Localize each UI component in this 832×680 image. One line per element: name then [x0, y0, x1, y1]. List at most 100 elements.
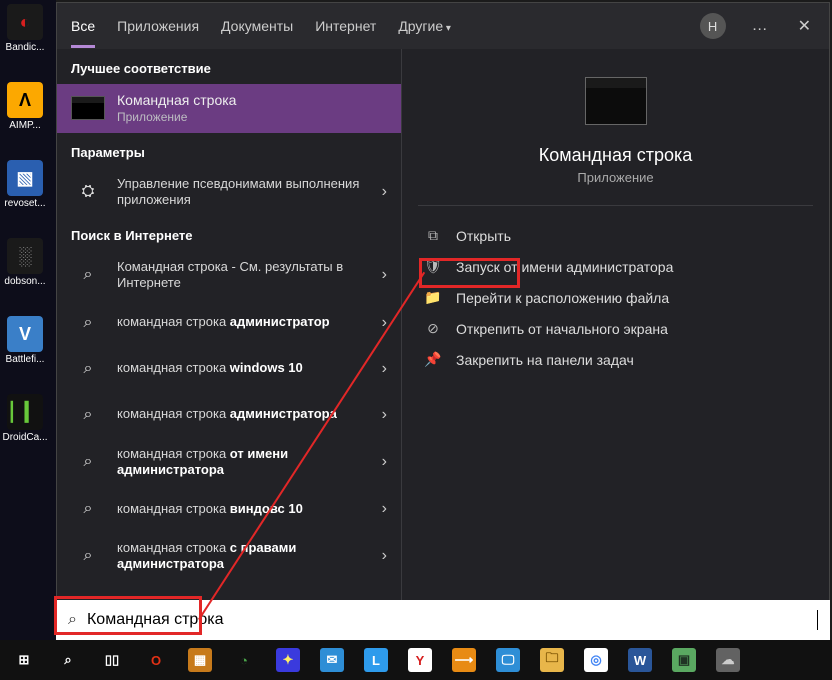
shortcut-label: dobson...	[0, 276, 51, 287]
taskbar-mail[interactable]: ✉	[310, 640, 354, 680]
action-4[interactable]: 📌Закрепить на панели задач	[418, 344, 813, 375]
browser-icon: ◔	[232, 648, 256, 672]
taskbar-start[interactable]: ⊞	[2, 640, 46, 680]
taskbar-word[interactable]: W	[618, 640, 662, 680]
action-icon: 📁	[424, 289, 442, 306]
desktop-icon: 🖵	[496, 648, 520, 672]
desktop-shortcut[interactable]: ◐Bandic...	[0, 4, 50, 66]
action-0[interactable]: ⧉ Открыть	[418, 220, 813, 251]
params-row[interactable]: ⛭ Управление псевдонимами выполнения при…	[57, 168, 401, 217]
shortcut-label: DroidCa...	[0, 432, 51, 443]
chevron-right-icon: ›	[378, 500, 391, 518]
shortcut-icon: ▧	[7, 160, 43, 196]
tab-bar: Все Приложения Документы Интернет Другие Н ……	[57, 3, 829, 49]
web-result-row[interactable]: ⌕ командная строка виндовс 10 ›	[57, 486, 401, 532]
more-icon[interactable]: …	[748, 17, 772, 35]
desktop-shortcut[interactable]: ░dobson...	[0, 238, 50, 300]
desktop-shortcut[interactable]: VBattlefi...	[0, 316, 50, 378]
taskbar-app3[interactable]: ▣	[662, 640, 706, 680]
files-icon: ▦	[188, 648, 212, 672]
action-label: Запуск от имени администратора	[456, 259, 673, 275]
action-label: Открепить от начального экрана	[456, 321, 668, 337]
taskbar-explorer[interactable]: 🗀	[530, 640, 574, 680]
tab-Приложения[interactable]: Приложения	[117, 14, 199, 38]
tab-Документы[interactable]: Документы	[221, 14, 293, 38]
web-result-row[interactable]: ⌕ командная строка с правами администрат…	[57, 532, 401, 581]
l-app-icon: L	[364, 648, 388, 672]
shortcut-label: Bandic...	[0, 42, 51, 53]
chevron-right-icon: ›	[378, 314, 391, 332]
web-result-row[interactable]: ⌕ командная строка windows 10 ›	[57, 346, 401, 392]
chevron-right-icon: ›	[378, 453, 391, 471]
taskbar-chrome[interactable]: ◎	[574, 640, 618, 680]
preview-thumb-icon	[585, 77, 647, 125]
desktop-shortcut[interactable]: ▏▎ DroidCa...	[0, 394, 50, 456]
taskbar-taskview[interactable]: ▯▯	[90, 640, 134, 680]
taskbar-opera[interactable]: O	[134, 640, 178, 680]
best-match-row[interactable]: Командная строка Приложение	[57, 84, 401, 133]
params-text: Управление псевдонимами выполнения прило…	[117, 176, 366, 209]
settings-icon: ⛭	[71, 177, 105, 207]
tab-Все[interactable]: Все	[71, 14, 95, 38]
desktop-strip: ◐Bandic... ΛAIMP... ▧ revoset... ░dobson... V…	[0, 0, 56, 640]
search-icon: ⌕	[71, 354, 105, 384]
search-icon: ⌕	[71, 308, 105, 338]
search-icon: ⌕	[56, 648, 80, 672]
close-icon[interactable]: ✕	[794, 16, 815, 36]
yandex-icon: Y	[408, 648, 432, 672]
taskbar: ⊞ ⌕ ▯▯ O ▦ ◔ ✦ ✉ LY ⟶ 🖵 🗀◎W▣ ☁	[0, 640, 832, 680]
action-icon: 📌	[424, 351, 442, 368]
best-match-text: Командная строка Приложение	[117, 92, 391, 125]
preview-subtitle: Приложение	[577, 170, 653, 185]
web-result-text: командная строка администратора	[117, 406, 366, 422]
tab-Другие[interactable]: Другие	[398, 14, 451, 38]
text-cursor	[817, 610, 818, 630]
search-input[interactable]	[87, 611, 819, 629]
search-panel: Все Приложения Документы Интернет Другие Н ……	[56, 2, 830, 640]
action-3[interactable]: ⊘Открепить от начального экрана	[418, 313, 813, 344]
app4-icon: ☁	[716, 648, 740, 672]
taskbar-yandex[interactable]: Y	[398, 640, 442, 680]
action-icon: ⧉	[424, 227, 442, 244]
taskbar-files[interactable]: ▦	[178, 640, 222, 680]
action-label: Перейти к расположению файла	[456, 290, 669, 306]
taskbar-browser[interactable]: ◔	[222, 640, 266, 680]
search-icon: ⌕	[71, 447, 105, 477]
action-list: ⧉Открыть🛡Запуск от имени администратора📁…	[418, 206, 813, 375]
cmd-icon	[71, 93, 105, 123]
search-icon: ⌕	[71, 494, 105, 524]
user-avatar[interactable]: Н	[700, 13, 726, 39]
web-result-text: командная строка от имени администратора	[117, 446, 366, 479]
web-result-row[interactable]: ⌕ Командная строка - См. результаты в Ин…	[57, 251, 401, 300]
taskbar-l-app[interactable]: L	[354, 640, 398, 680]
desktop-shortcut[interactable]: ΛAIMP...	[0, 82, 50, 144]
chevron-right-icon: ›	[378, 360, 391, 378]
taskbar-app1[interactable]: ✦	[266, 640, 310, 680]
tab-Интернет[interactable]: Интернет	[315, 14, 376, 38]
chevron-right-icon: ›	[378, 183, 391, 201]
taskbar-desktop[interactable]: 🖵	[486, 640, 530, 680]
taskbar-app2[interactable]: ⟶	[442, 640, 486, 680]
taskbar-search[interactable]: ⌕	[46, 640, 90, 680]
taskbar-app4[interactable]: ☁	[706, 640, 750, 680]
action-1[interactable]: 🛡Запуск от имени администратора	[418, 251, 813, 282]
web-result-text: командная строка с правами администратор…	[117, 540, 366, 573]
app2-icon: ⟶	[452, 648, 476, 672]
taskview-icon: ▯▯	[100, 648, 124, 672]
web-result-text: командная строка виндовс 10	[117, 501, 366, 517]
action-label: Открыть	[456, 228, 511, 244]
web-result-text: командная строка windows 10	[117, 360, 366, 376]
desktop-shortcut[interactable]: ▧ revoset...	[0, 160, 50, 222]
action-2[interactable]: 📁 Перейти к расположению файла	[418, 282, 813, 313]
search-bar[interactable]: ⌕	[56, 600, 830, 640]
web-result-row[interactable]: ⌕ командная строка администратор ›	[57, 300, 401, 346]
preview-column: Командная строка Приложение ⧉Открыть🛡Зап…	[401, 49, 829, 639]
web-result-row[interactable]: ⌕ командная строка администратора ›	[57, 392, 401, 438]
shortcut-icon: ▏▎	[7, 394, 43, 430]
shortcut-label: AIMP...	[0, 120, 51, 131]
results-column: Лучшее соответствие Командная строка При…	[57, 49, 401, 639]
web-result-row[interactable]: ⌕ командная строка от имени администрато…	[57, 438, 401, 487]
mail-icon: ✉	[320, 648, 344, 672]
shortcut-label: revoset...	[0, 198, 51, 209]
shortcut-icon: V	[7, 316, 43, 352]
